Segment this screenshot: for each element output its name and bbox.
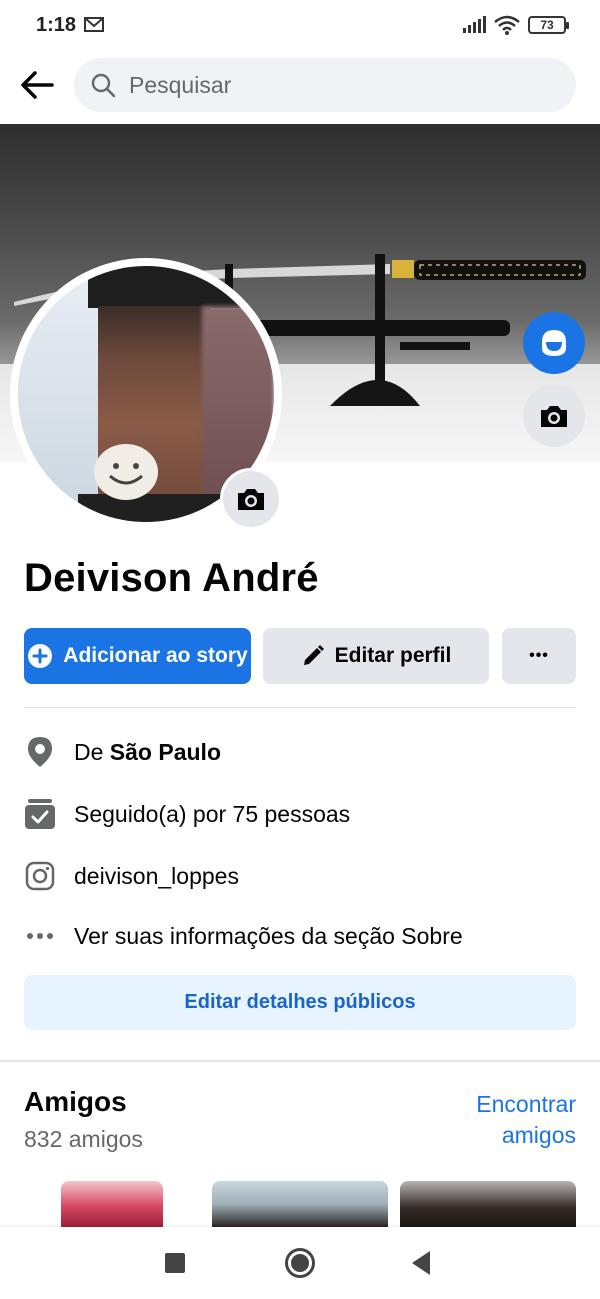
profile-name: Deivison André	[24, 556, 319, 600]
find-friends-link[interactable]: Encontrar amigos	[436, 1089, 576, 1151]
signal-icon	[463, 16, 486, 33]
cover-camera-button[interactable]	[523, 385, 585, 447]
camera-icon	[541, 406, 567, 427]
smiley-sticker	[94, 444, 158, 500]
status-bar: 1:18 73	[0, 0, 600, 56]
location-pin-icon	[24, 736, 56, 768]
more-options-button[interactable]: •••	[502, 628, 576, 684]
instagram-handle: deivison_loppes	[74, 862, 239, 889]
add-story-label: Adicionar ao story	[63, 644, 248, 667]
divider	[24, 707, 576, 708]
location-city[interactable]: São Paulo	[110, 739, 221, 765]
home-button[interactable]	[285, 1248, 315, 1278]
info-instagram[interactable]: deivison_loppes	[24, 856, 576, 896]
followers-text[interactable]: Seguido(a) por 75 pessoas	[74, 801, 350, 828]
followers-icon	[24, 798, 56, 830]
plus-circle-icon	[27, 643, 53, 669]
edit-profile-label: Editar perfil	[334, 644, 452, 667]
pencil-icon	[301, 644, 325, 668]
system-nav-bar	[0, 1227, 600, 1299]
friend-thumbnail[interactable]	[61, 1181, 163, 1227]
recents-button[interactable]	[165, 1253, 185, 1273]
friends-count: 832 amigos	[24, 1126, 143, 1152]
wifi-icon	[494, 15, 520, 35]
edit-profile-button[interactable]: Editar perfil	[263, 628, 489, 684]
camera-icon	[238, 489, 264, 510]
search-icon	[91, 73, 116, 98]
avatar-button[interactable]	[523, 312, 585, 374]
system-back-button[interactable]	[412, 1251, 430, 1275]
battery-icon: 73	[528, 16, 569, 34]
friends-title: Amigos	[24, 1086, 127, 1117]
add-story-button[interactable]: Adicionar ao story	[24, 628, 251, 684]
location-prefix: De	[74, 738, 110, 765]
avatar-icon	[542, 330, 566, 356]
info-about[interactable]: Ver suas informações da seção Sobre	[24, 916, 576, 956]
status-time: 1:18	[36, 14, 77, 36]
photo-bg-top	[88, 266, 274, 308]
info-followers: Seguido(a) por 75 pessoas	[24, 794, 576, 834]
ellipsis-icon	[24, 920, 56, 952]
friend-thumbnail[interactable]	[212, 1181, 388, 1227]
profile-camera-button[interactable]	[220, 468, 282, 530]
section-separator	[0, 1060, 600, 1062]
friend-thumbnail[interactable]	[400, 1181, 576, 1227]
arrow-left-icon	[21, 71, 54, 99]
more-icon: •••	[529, 647, 549, 664]
mail-icon	[84, 17, 104, 32]
smiley-icon	[109, 463, 143, 485]
info-location: De São Paulo	[24, 732, 576, 772]
search-input[interactable]: Pesquisar	[74, 58, 576, 112]
home-icon	[291, 1254, 309, 1272]
about-text: Ver suas informações da seção Sobre	[74, 922, 463, 949]
top-bar: Pesquisar	[0, 56, 600, 124]
back-button[interactable]	[16, 64, 58, 106]
location-text: De São Paulo	[74, 739, 221, 766]
status-icons: 73	[462, 15, 569, 35]
search-placeholder: Pesquisar	[129, 72, 232, 98]
edit-public-details-button[interactable]: Editar detalhes públicos	[24, 975, 576, 1030]
instagram-icon	[24, 860, 56, 892]
